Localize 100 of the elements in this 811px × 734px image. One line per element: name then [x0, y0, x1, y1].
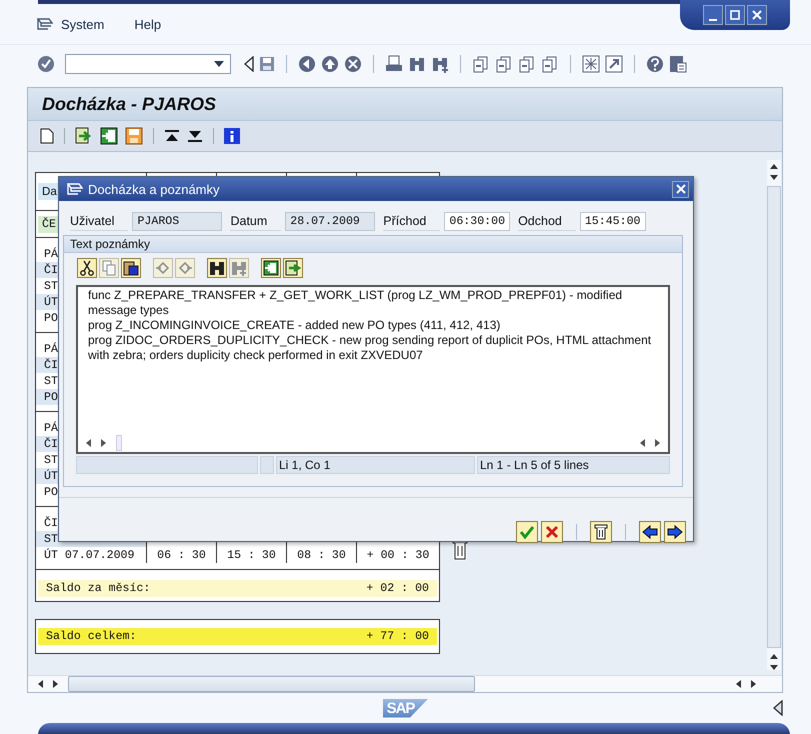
table-cell: ST	[44, 454, 58, 466]
table-cell: ČI	[44, 438, 58, 450]
layout-icon[interactable]	[669, 55, 687, 73]
paste-icon	[123, 260, 139, 276]
balance-label: Saldo celkem:	[46, 630, 136, 643]
checkmark-icon	[519, 524, 535, 540]
table-cell: PÁ	[44, 342, 58, 356]
input-field[interactable]: 15:45:00	[580, 212, 646, 230]
triangle-icon[interactable]	[244, 56, 254, 72]
paste-icon[interactable]	[121, 258, 141, 278]
page-icon[interactable]	[472, 55, 490, 73]
help-icon[interactable]	[646, 55, 664, 73]
save-icon[interactable]	[125, 127, 143, 145]
page-icon[interactable]	[541, 55, 559, 73]
cancel-button[interactable]	[541, 521, 563, 543]
scroll-left-icon[interactable]	[640, 439, 645, 447]
balance-value: + 77 : 00	[366, 630, 429, 643]
download-icon	[285, 260, 301, 276]
maximize-button[interactable]	[725, 5, 745, 25]
command-field[interactable]	[65, 54, 231, 74]
collapse-icon[interactable]	[164, 128, 180, 144]
close-icon	[676, 184, 686, 194]
close-icon	[752, 10, 762, 20]
table-cell: ČI	[44, 358, 58, 372]
page-icon[interactable]	[495, 55, 513, 73]
menu-item[interactable]: System	[57, 16, 116, 32]
page-icon[interactable]	[518, 55, 536, 73]
close-button[interactable]	[672, 180, 689, 198]
menu-item[interactable]: Help	[130, 16, 174, 32]
binoculars-plus-icon	[231, 260, 247, 276]
enter-icon[interactable]	[37, 55, 55, 73]
maximize-icon	[730, 10, 740, 20]
save-icon[interactable]	[259, 56, 275, 72]
table-cell: PÁ	[44, 248, 58, 260]
scroll-left-icon[interactable]	[736, 680, 741, 688]
horizontal-scrollbar[interactable]	[28, 675, 782, 692]
table-cell: PÁ	[44, 422, 58, 434]
exit-icon[interactable]	[321, 55, 339, 73]
table-cell: 08 : 30	[297, 548, 346, 562]
balance-value: + 02 : 00	[366, 582, 429, 595]
binoculars-plus-icon[interactable]	[431, 55, 449, 73]
trash-icon	[593, 524, 609, 540]
table-cell: 06 : 30	[157, 548, 206, 562]
arrow-left-icon	[642, 524, 658, 540]
scroll-thumb[interactable]	[116, 435, 122, 451]
scroll-right-icon[interactable]	[53, 680, 58, 688]
cancel-icon[interactable]	[344, 55, 362, 73]
table-cell: ST	[44, 374, 58, 388]
copy-icon	[101, 260, 117, 276]
upload-icon[interactable]	[261, 258, 281, 278]
document-icon[interactable]	[40, 128, 54, 144]
export-icon[interactable]	[100, 127, 118, 145]
download-icon[interactable]	[283, 258, 303, 278]
table-cell: ST	[44, 280, 58, 292]
import-icon[interactable]	[75, 127, 93, 145]
input-field[interactable]: 06:30:00	[444, 212, 510, 230]
table-cell: PO	[44, 486, 58, 498]
table-cell: ČE	[38, 216, 60, 232]
expand-icon[interactable]	[187, 128, 203, 144]
triangle-icon[interactable]	[773, 700, 783, 716]
scroll-right-icon[interactable]	[751, 680, 756, 688]
field-label: Odchod	[518, 212, 576, 230]
binoculars-icon	[209, 260, 225, 276]
close-button[interactable]	[747, 5, 767, 25]
scroll-right-icon[interactable]	[655, 439, 660, 447]
text-line: message types	[88, 303, 170, 318]
back-icon[interactable]	[298, 55, 316, 73]
scroll-left-icon[interactable]	[38, 680, 43, 688]
window-icon[interactable]	[582, 55, 600, 73]
cross-icon	[544, 524, 560, 540]
next-button[interactable]	[664, 521, 686, 543]
minimize-button[interactable]	[703, 5, 723, 25]
scroll-up-icon[interactable]	[770, 164, 778, 169]
group-title: Text poznámky	[64, 236, 682, 253]
scroll-right-icon[interactable]	[101, 439, 106, 447]
delete-button[interactable]	[590, 521, 612, 543]
minimize-icon	[709, 19, 717, 21]
previous-button[interactable]	[639, 521, 661, 543]
balance-label: Saldo za měsíc:	[46, 582, 150, 595]
scroll-down-icon[interactable]	[770, 175, 778, 180]
screen-title: Docházka - PJAROS	[28, 88, 782, 121]
menu-icon[interactable]	[37, 18, 53, 30]
table-cell: ČI	[44, 264, 58, 276]
table-cell: ÚT 07.07.2009	[44, 548, 134, 562]
text-editor[interactable]	[76, 285, 670, 454]
binoculars-icon[interactable]	[207, 258, 227, 278]
caret-icon[interactable]	[214, 61, 224, 67]
print-icon[interactable]	[385, 55, 403, 73]
info-icon[interactable]	[224, 128, 240, 144]
table-cell: + 00 : 30	[366, 548, 430, 562]
arrow-right-icon	[667, 524, 683, 540]
scissors-icon[interactable]	[77, 258, 97, 278]
scroll-up-icon[interactable]	[770, 654, 778, 659]
field-label: Datum	[230, 212, 282, 230]
text-line: prog ZIDOC_ORDERS_DUPLICITY_CHECK - new prog sending report of duplicit POs, HTML attachment	[88, 333, 652, 348]
scroll-thumb[interactable]	[68, 676, 475, 692]
confirm-button[interactable]	[516, 521, 538, 543]
scroll-down-icon[interactable]	[770, 665, 778, 670]
scroll-left-icon[interactable]	[86, 439, 91, 447]
shortcut-icon[interactable]	[605, 55, 623, 73]
